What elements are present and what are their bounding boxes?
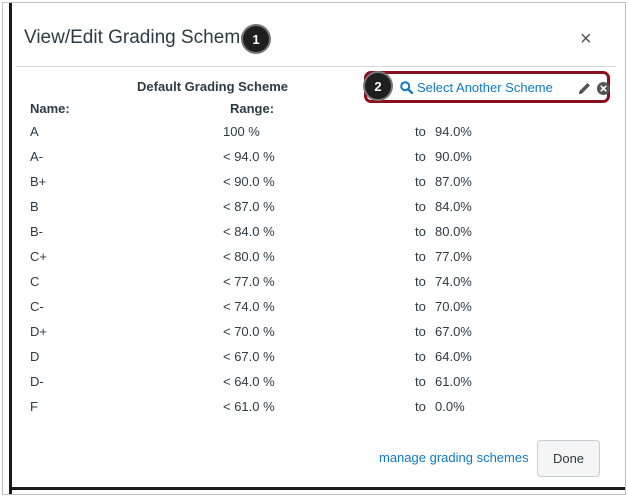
grade-min: 77.0%	[435, 249, 472, 264]
grade-row: A 100 % to 94.0%	[12, 124, 612, 149]
grade-min: 87.0%	[435, 174, 472, 189]
grade-range: < 80.0 %	[223, 249, 275, 264]
grade-min: 84.0%	[435, 199, 472, 214]
grade-min: 0.0%	[435, 399, 465, 414]
grade-row: D < 67.0 % to 64.0%	[12, 349, 612, 374]
grade-range: < 87.0 %	[223, 199, 275, 214]
grade-min: 61.0%	[435, 374, 472, 389]
grade-row: C- < 74.0 % to 70.0%	[12, 299, 612, 324]
grade-to: to	[415, 199, 426, 214]
grade-row: B- < 84.0 % to 80.0%	[12, 224, 612, 249]
grade-name: A	[30, 124, 39, 139]
select-scheme-highlight: Select Another Scheme	[364, 71, 610, 103]
grade-row: C < 77.0 % to 74.0%	[12, 274, 612, 299]
grade-range: < 77.0 %	[223, 274, 275, 289]
grade-range: < 74.0 %	[223, 299, 275, 314]
callout-1: 1	[243, 26, 269, 52]
x-circle-icon[interactable]	[597, 82, 610, 100]
grading-scheme-dialog: View/Edit Grading Scheme 1 × Default Gra…	[12, 6, 620, 484]
grade-min: 94.0%	[435, 124, 472, 139]
grade-name: B+	[30, 174, 47, 189]
grade-to: to	[415, 374, 426, 389]
done-button[interactable]: Done	[537, 440, 600, 477]
grade-to: to	[415, 324, 426, 339]
grade-range: 100 %	[223, 124, 260, 139]
grade-range: < 84.0 %	[223, 224, 275, 239]
grade-range: < 67.0 %	[223, 349, 275, 364]
grade-to: to	[415, 249, 426, 264]
grade-range: < 70.0 %	[223, 324, 275, 339]
grade-name: C-	[30, 299, 44, 314]
grade-row: D- < 64.0 % to 61.0%	[12, 374, 612, 399]
grade-name: A-	[30, 149, 43, 164]
dialog-title: View/Edit Grading Scheme	[24, 27, 251, 48]
select-another-scheme-label: Select Another Scheme	[417, 80, 553, 95]
grade-to: to	[415, 224, 426, 239]
grade-row: D+ < 70.0 % to 67.0%	[12, 324, 612, 349]
grade-row: C+ < 80.0 % to 77.0%	[12, 249, 612, 274]
manage-grading-schemes-link[interactable]: manage grading schemes	[379, 450, 529, 465]
grade-range: < 94.0 %	[223, 149, 275, 164]
grade-name: F	[30, 399, 38, 414]
header-divider	[16, 66, 616, 67]
grade-min: 70.0%	[435, 299, 472, 314]
grade-min: 67.0%	[435, 324, 472, 339]
grade-range: < 64.0 %	[223, 374, 275, 389]
grade-row: B+ < 90.0 % to 87.0%	[12, 174, 612, 199]
grade-to: to	[415, 274, 426, 289]
grade-row: F < 61.0 % to 0.0%	[12, 399, 612, 424]
grade-to: to	[415, 349, 426, 364]
grade-name: C+	[30, 249, 47, 264]
grade-to: to	[415, 174, 426, 189]
grade-name: B	[30, 199, 39, 214]
scheme-name: Default Grading Scheme	[137, 79, 288, 94]
grade-row: A- < 94.0 % to 90.0%	[12, 149, 612, 174]
grade-min: 90.0%	[435, 149, 472, 164]
grade-to: to	[415, 124, 426, 139]
grade-to: to	[415, 299, 426, 314]
range-column-header: Range:	[230, 101, 275, 116]
grade-range: < 61.0 %	[223, 399, 275, 414]
name-column-header: Name:	[30, 101, 70, 116]
grade-range: < 90.0 %	[223, 174, 275, 189]
grade-to: to	[415, 149, 426, 164]
close-icon[interactable]: ×	[580, 28, 592, 51]
grade-name: D-	[30, 374, 44, 389]
grade-row: B < 87.0 % to 84.0%	[12, 199, 612, 224]
grade-min: 80.0%	[435, 224, 472, 239]
pencil-icon[interactable]	[577, 81, 592, 101]
grade-name: D+	[30, 324, 47, 339]
search-icon	[400, 81, 414, 97]
grade-name: D	[30, 349, 40, 364]
grade-to: to	[415, 399, 426, 414]
grade-name: C	[30, 274, 40, 289]
callout-2: 2	[365, 73, 391, 99]
grade-min: 64.0%	[435, 349, 472, 364]
grade-min: 74.0%	[435, 274, 472, 289]
grade-name: B-	[30, 224, 43, 239]
